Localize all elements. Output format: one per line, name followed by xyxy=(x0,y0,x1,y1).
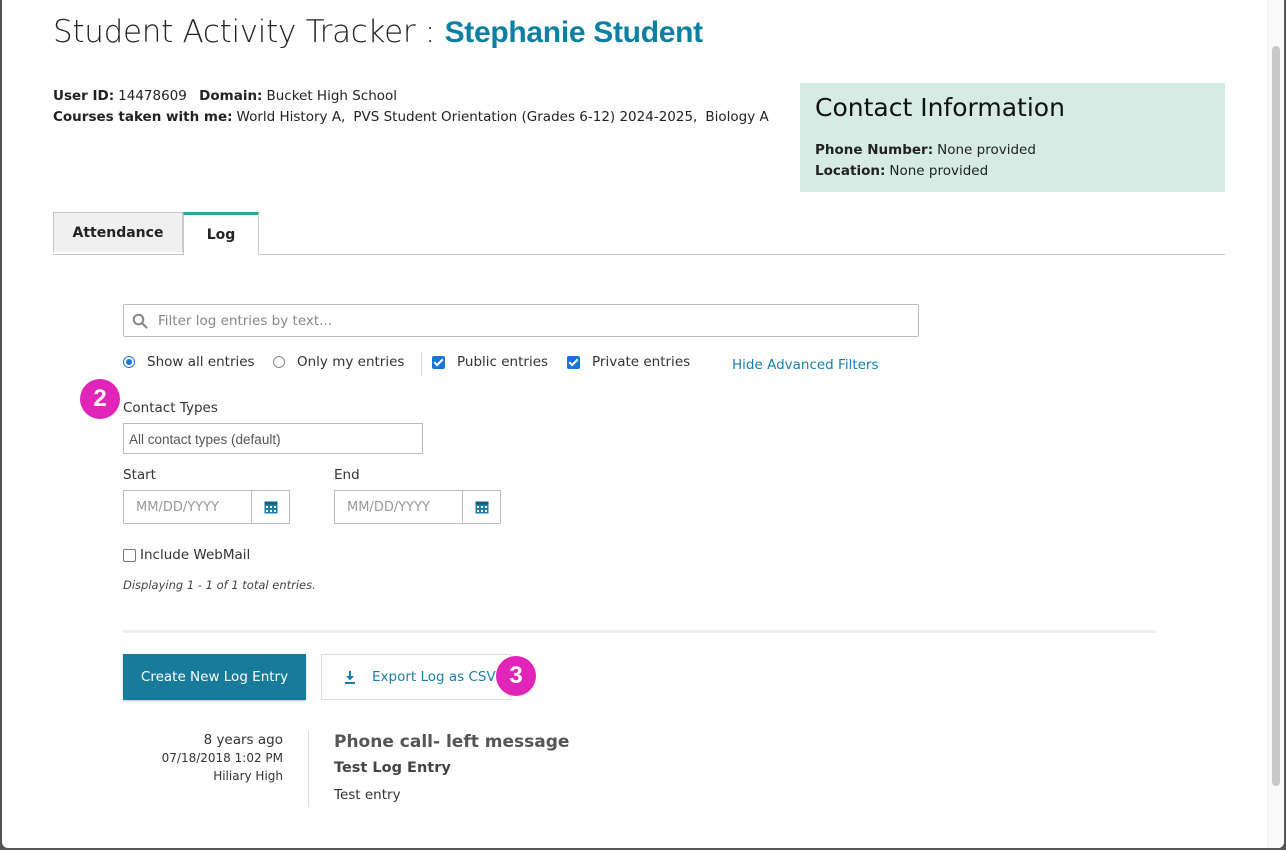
contact-types-select[interactable]: All contact types (default) xyxy=(123,423,423,454)
start-calendar-button[interactable] xyxy=(251,491,289,523)
entry-body: Test entry xyxy=(334,787,401,803)
scrollbar-thumb[interactable] xyxy=(1272,46,1280,786)
private-checkbox[interactable] xyxy=(567,355,580,369)
location-value: None provided xyxy=(889,163,989,179)
search-input[interactable] xyxy=(156,307,910,335)
section-divider xyxy=(123,630,1156,633)
phone-row: Phone Number: None provided xyxy=(815,142,1036,158)
start-date-input[interactable]: MM/DD/YYYY xyxy=(136,500,219,515)
search-field[interactable] xyxy=(123,304,919,337)
show-all-radio[interactable] xyxy=(123,356,135,368)
entry-type: Phone call- left message xyxy=(334,732,570,752)
step-badge-3: 3 xyxy=(496,656,536,696)
contact-info-title: Contact Information xyxy=(815,93,1065,122)
location-row: Location: None provided xyxy=(815,163,988,179)
domain-value: Bucket High School xyxy=(266,88,398,104)
include-webmail-checkbox[interactable] xyxy=(123,548,136,562)
log-entry-meta: 8 years ago 07/18/2018 1:02 PM Hiliary H… xyxy=(142,731,283,785)
public-checkbox[interactable] xyxy=(432,355,445,369)
show-all-label: Show all entries xyxy=(147,354,255,370)
private-label: Private entries xyxy=(592,354,691,370)
contact-types-label: Contact Types xyxy=(123,400,218,416)
user-id-value: 14478609 xyxy=(118,88,187,104)
end-date-input[interactable]: MM/DD/YYYY xyxy=(347,500,430,515)
app-window: Student Activity Tracker : Stephanie Stu… xyxy=(2,0,1284,848)
calendar-icon xyxy=(264,501,277,514)
only-mine-label: Only my entries xyxy=(297,354,405,370)
course-item: World History A, xyxy=(236,109,346,125)
course-item: Biology A xyxy=(705,109,769,125)
tab-log[interactable]: Log xyxy=(183,212,259,255)
entry-datetime: 07/18/2018 1:02 PM xyxy=(161,751,283,765)
page-title: Student Activity Tracker : Stephanie Stu… xyxy=(53,14,703,50)
filter-options: Show all entries Only my entries Public … xyxy=(123,352,903,376)
private-option[interactable]: Private entries xyxy=(567,354,690,370)
domain-label: Domain: xyxy=(199,88,263,104)
end-calendar-button[interactable] xyxy=(462,491,500,523)
start-label: Start xyxy=(123,467,156,483)
entry-divider xyxy=(308,731,309,807)
phone-value: None provided xyxy=(937,142,1036,158)
courses-label: Courses taken with me: xyxy=(53,109,233,125)
entry-author: Hiliary High xyxy=(213,769,283,783)
filter-divider xyxy=(421,352,422,376)
title-text: Student Activity Tracker : xyxy=(53,14,436,50)
search-icon xyxy=(132,313,148,329)
user-id-label: User ID: xyxy=(53,88,115,104)
public-option[interactable]: Public entries xyxy=(432,354,548,370)
course-item: PVS Student Orientation (Grades 6-12) 20… xyxy=(353,109,698,125)
create-log-entry-button[interactable]: Create New Log Entry xyxy=(123,654,306,700)
download-icon xyxy=(345,671,355,684)
only-mine-option[interactable]: Only my entries xyxy=(273,354,404,370)
location-label: Location: xyxy=(815,163,886,179)
tab-attendance[interactable]: Attendance xyxy=(53,212,183,252)
student-name: Stephanie Student xyxy=(444,16,704,49)
step-badge-2: 2 xyxy=(80,379,120,419)
entry-subject: Test Log Entry xyxy=(334,760,451,776)
export-csv-button[interactable]: Export Log as CSV xyxy=(321,654,511,700)
show-all-option[interactable]: Show all entries xyxy=(123,354,255,370)
only-mine-radio[interactable] xyxy=(273,356,285,368)
include-webmail-label: Include WebMail xyxy=(140,547,251,563)
calendar-icon xyxy=(475,501,488,514)
include-webmail-option[interactable]: Include WebMail xyxy=(123,547,250,563)
contact-info-panel: Contact Information Phone Number: None pr… xyxy=(800,83,1225,192)
entry-relative-time: 8 years ago xyxy=(203,732,283,748)
hide-advanced-filters-link[interactable]: Hide Advanced Filters xyxy=(732,357,879,373)
export-csv-label: Export Log as CSV xyxy=(372,669,496,685)
student-info: User ID: 14478609 Domain: Bucket High Scho… xyxy=(53,86,777,128)
entries-count: Displaying 1 - 1 of 1 total entries. xyxy=(123,578,316,592)
log-entry-content: Phone call- left message Test Log Entry … xyxy=(334,731,569,804)
tab-bar: Attendance Log xyxy=(53,212,1225,255)
start-date-picker: MM/DD/YYYY xyxy=(123,490,290,524)
public-label: Public entries xyxy=(457,354,549,370)
end-date-picker: MM/DD/YYYY xyxy=(334,490,501,524)
end-label: End xyxy=(334,467,360,483)
phone-label: Phone Number: xyxy=(815,142,934,158)
